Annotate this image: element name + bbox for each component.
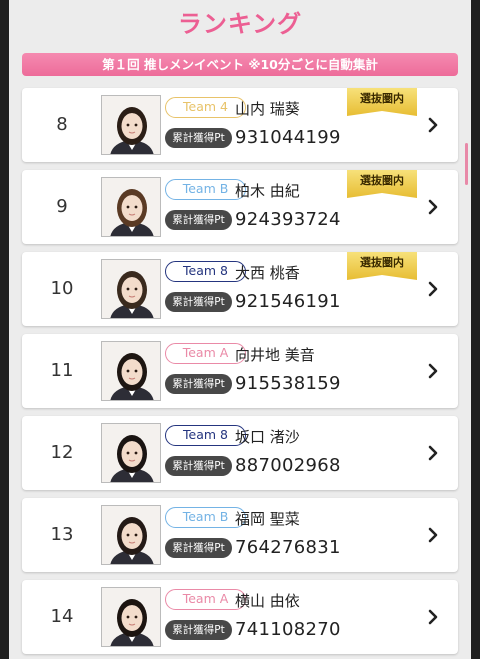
points-label: 累計獲得Pt <box>165 128 232 148</box>
selection-badge: 選抜圏内 <box>347 88 417 116</box>
member-name: 坂口 渚沙 <box>235 428 300 446</box>
team-badge: Team 4 <box>165 97 246 118</box>
points-value: 931044199 <box>235 127 341 148</box>
ranking-row[interactable]: 11 Team A 向井地 美音 累計獲得Pt 915538159 <box>22 334 458 408</box>
member-name: 向井地 美音 <box>235 346 315 364</box>
member-photo <box>101 341 161 401</box>
member-name: 柏木 由紀 <box>235 182 300 200</box>
ranking-row[interactable]: 8 Team 4 山内 瑞葵 累計獲得Pt 931044199 選抜圏内 <box>22 88 458 162</box>
ranking-row[interactable]: 14 Team A 横山 由依 累計獲得Pt 741108270 <box>22 580 458 654</box>
chevron-right-icon[interactable] <box>426 279 440 299</box>
chevron-right-icon[interactable] <box>426 607 440 627</box>
member-name: 福岡 聖菜 <box>235 510 300 528</box>
team-badge: Team 8 <box>165 425 246 446</box>
rank-number: 10 <box>50 278 74 299</box>
member-photo <box>101 177 161 237</box>
points-label: 累計獲得Pt <box>165 210 232 230</box>
scrollbar[interactable] <box>465 143 468 185</box>
selection-badge: 選抜圏内 <box>347 252 417 280</box>
member-name: 大西 桃香 <box>235 264 300 282</box>
event-banner: 第１回 推しメンイベント ※10分ごとに自動集計 <box>22 53 458 76</box>
chevron-right-icon[interactable] <box>426 361 440 381</box>
team-badge: Team A <box>165 589 246 610</box>
chevron-right-icon[interactable] <box>426 197 440 217</box>
points-label: 累計獲得Pt <box>165 374 232 394</box>
ranking-row[interactable]: 12 Team 8 坂口 渚沙 累計獲得Pt 887002968 <box>22 416 458 490</box>
rank-number: 12 <box>50 442 74 463</box>
chevron-right-icon[interactable] <box>426 443 440 463</box>
points-value: 764276831 <box>235 537 341 558</box>
points-label: 累計獲得Pt <box>165 538 232 558</box>
member-photo <box>101 587 161 647</box>
points-value: 741108270 <box>235 619 341 640</box>
rank-number: 14 <box>50 606 74 627</box>
rank-number: 8 <box>56 114 68 135</box>
points-label: 累計獲得Pt <box>165 292 232 312</box>
rank-number: 11 <box>50 360 74 381</box>
rank-number: 9 <box>56 196 68 217</box>
left-frame-edge <box>0 0 9 659</box>
chevron-right-icon[interactable] <box>426 115 440 135</box>
page-title: ランキング <box>177 10 303 38</box>
rank-number: 13 <box>50 524 74 545</box>
member-name: 横山 由依 <box>235 592 300 610</box>
points-value: 924393724 <box>235 209 341 230</box>
ranking-row[interactable]: 10 Team 8 大西 桃香 累計獲得Pt 921546191 選抜圏内 <box>22 252 458 326</box>
team-badge: Team 8 <box>165 261 246 282</box>
member-photo <box>101 505 161 565</box>
team-badge: Team B <box>165 179 246 200</box>
points-value: 915538159 <box>235 373 341 394</box>
chevron-right-icon[interactable] <box>426 525 440 545</box>
member-photo <box>101 423 161 483</box>
team-badge: Team B <box>165 507 246 528</box>
selection-badge: 選抜圏内 <box>347 170 417 198</box>
member-name: 山内 瑞葵 <box>235 100 300 118</box>
page-header: ランキング <box>9 0 471 48</box>
member-photo <box>101 95 161 155</box>
points-value: 887002968 <box>235 455 341 476</box>
ranking-row[interactable]: 9 Team B 柏木 由紀 累計獲得Pt 924393724 選抜圏内 <box>22 170 458 244</box>
member-photo <box>101 259 161 319</box>
ranking-row[interactable]: 13 Team B 福岡 聖菜 累計獲得Pt 764276831 <box>22 498 458 572</box>
points-label: 累計獲得Pt <box>165 620 232 640</box>
team-badge: Team A <box>165 343 246 364</box>
points-value: 921546191 <box>235 291 341 312</box>
points-label: 累計獲得Pt <box>165 456 232 476</box>
right-frame-edge <box>471 0 480 659</box>
